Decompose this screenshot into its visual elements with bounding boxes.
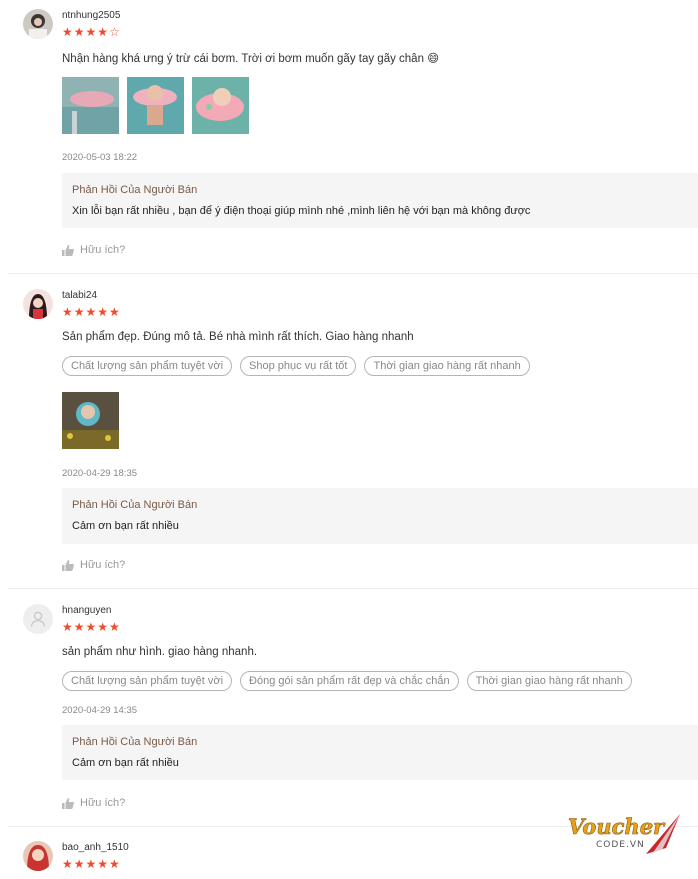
user-icon: [30, 611, 46, 627]
avatar[interactable]: [23, 289, 53, 319]
seller-reply: Phản Hồi Của Người Bán Xin lỗi bạn rất n…: [62, 173, 698, 228]
review-content: sản phẩm như hình. giao hàng nhanh.: [62, 646, 258, 658]
review-photo[interactable]: [192, 77, 249, 134]
review-tag: Thời gian giao hàng rất nhanh: [364, 356, 530, 376]
review-item: hnanguyen ★★★★★ sản phẩm như hình. giao …: [8, 589, 698, 827]
avatar[interactable]: [23, 9, 53, 39]
review-photo[interactable]: [127, 77, 184, 134]
seller-reply-title: Phản Hồi Của Người Bán: [72, 499, 198, 511]
seller-reply: Phản Hồi Của Người Bán Cảm ơn bạn rất nh…: [62, 488, 698, 544]
thumbs-up-icon: [62, 244, 74, 256]
svg-text:CODE.VN: CODE.VN: [596, 840, 645, 850]
helpful-label: Hữu ích?: [80, 559, 126, 571]
review-photo[interactable]: [62, 392, 119, 449]
helpful-label: Hữu ích?: [80, 244, 126, 256]
review-username[interactable]: hnanguyen: [62, 605, 112, 616]
review-photos: [62, 77, 249, 134]
helpful-button[interactable]: Hữu ích?: [62, 244, 125, 256]
helpful-button[interactable]: Hữu ích?: [62, 797, 125, 809]
svg-text:Voucher: Voucher: [568, 814, 666, 839]
review-username[interactable]: talabi24: [62, 290, 97, 301]
review-photo[interactable]: [62, 77, 119, 134]
helpful-button[interactable]: Hữu ích?: [62, 559, 125, 571]
seller-reply-text: Cảm ơn bạn rất nhiều: [72, 757, 179, 769]
thumbs-up-icon: [62, 797, 74, 809]
review-photos: [62, 392, 119, 449]
helpful-label: Hữu ích?: [80, 797, 126, 809]
review-date: 2020-05-03 18:22: [62, 152, 138, 163]
review-tag: Đóng gói sản phẩm rất đẹp và chắc chắn: [240, 671, 459, 691]
review-username[interactable]: bao_anh_1510: [62, 842, 129, 853]
review-tag: Shop phục vụ rất tốt: [240, 356, 357, 376]
rating-stars: ★★★★★: [62, 857, 121, 871]
rating-stars: ★★★★☆: [62, 25, 121, 39]
review-date: 2020-04-29 14:35: [62, 705, 138, 716]
review-username[interactable]: ntnhung2505: [62, 10, 120, 21]
rating-stars: ★★★★★: [62, 620, 121, 634]
review-item: talabi24 ★★★★★ Sản phẩm đẹp. Đúng mô tả.…: [8, 274, 698, 589]
review-item: ntnhung2505 ★★★★☆ Nhận hàng khá ưng ý tr…: [8, 0, 698, 274]
review-tag: Chất lượng sản phẩm tuyệt vời: [62, 356, 233, 376]
seller-reply: Phản Hồi Của Người Bán Cảm ơn bạn rất nh…: [62, 725, 698, 780]
review-tags: Chất lượng sản phẩm tuyệt vời Shop phục …: [62, 356, 530, 376]
seller-reply-text: Xin lỗi bạn rất nhiều , bạn để ý điện th…: [72, 205, 531, 217]
seller-reply-text: Cảm ơn bạn rất nhiều: [72, 520, 179, 532]
review-content: Sản phẩm đẹp. Đúng mô tả. Bé nhà mình rấ…: [62, 331, 414, 343]
seller-reply-title: Phản Hồi Của Người Bán: [72, 184, 198, 196]
review-tag: Thời gian giao hàng rất nhanh: [466, 671, 632, 691]
review-tag: Chất lượng sản phẩm tuyệt vời: [62, 671, 233, 691]
rating-stars: ★★★★★: [62, 305, 121, 319]
vouchercode-watermark-logo: Voucher CODE.VN: [566, 810, 684, 862]
review-date: 2020-04-29 18:35: [62, 468, 138, 479]
seller-reply-title: Phản Hồi Của Người Bán: [72, 736, 198, 748]
thumbs-up-icon: [62, 559, 74, 571]
review-tags: Chất lượng sản phẩm tuyệt vời Đóng gói s…: [62, 671, 632, 691]
avatar[interactable]: [23, 604, 53, 634]
avatar[interactable]: [23, 841, 53, 871]
review-content: Nhận hàng khá ưng ý trừ cái bơm. Trời ơi…: [62, 53, 440, 65]
